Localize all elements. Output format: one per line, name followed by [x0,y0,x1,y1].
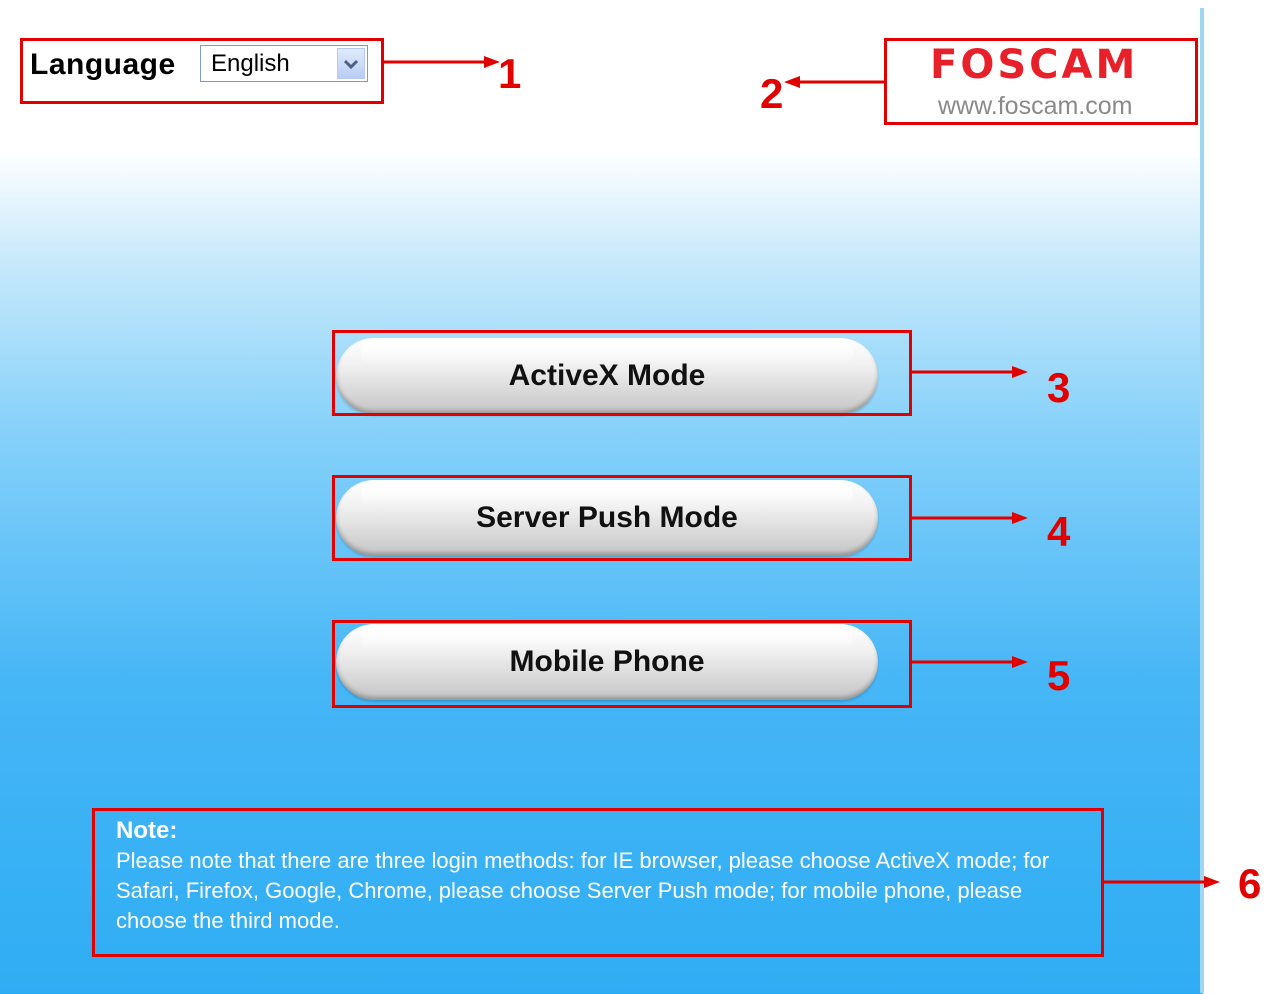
page-border [1200,8,1204,993]
annotation-box-3 [332,330,912,416]
annotation-arrow-6 [1104,876,1220,888]
annotation-box-2 [884,38,1198,125]
annotation-number-4: 4 [1047,508,1071,555]
annotation-arrow-4 [912,512,1028,524]
annotation-number-6: 6 [1238,860,1262,907]
annotation-arrow-3 [912,366,1028,378]
annotation-box-1 [20,38,384,104]
annotation-box-4 [332,475,912,561]
annotation-number-5: 5 [1047,652,1071,699]
annotation-number-2: 2 [760,70,784,117]
annotation-number-3: 3 [1047,364,1071,411]
annotation-box-6 [92,808,1104,957]
annotation-arrow-1 [384,56,500,68]
annotation-arrow-5 [912,656,1028,668]
annotation-box-5 [332,620,912,708]
annotation-number-1: 1 [498,50,522,97]
annotation-arrow-2 [784,76,886,88]
